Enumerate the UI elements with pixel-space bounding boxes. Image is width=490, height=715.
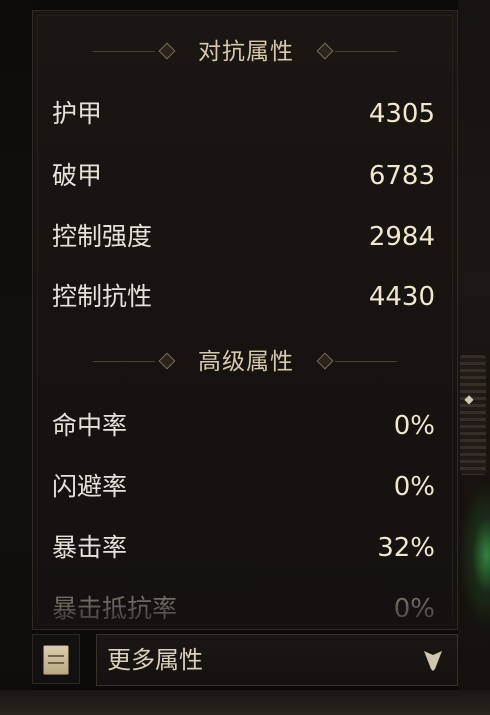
section-header-advanced: 高级属性 — [33, 347, 457, 377]
header-divider-left — [93, 361, 155, 362]
stat-value: 0% — [393, 594, 435, 624]
chevron-down-icon — [424, 651, 442, 671]
stat-label: 命中率 — [52, 411, 128, 440]
header-divider-right — [335, 361, 397, 362]
stat-value: 4305 — [368, 99, 435, 129]
stat-value: 32% — [377, 533, 435, 563]
diamond-ornament-icon — [316, 42, 334, 60]
stat-value: 6783 — [368, 161, 435, 191]
scroll-icon — [43, 645, 69, 675]
diamond-ornament-icon — [158, 352, 176, 370]
stat-row-control-strength: 控制强度 2984 — [33, 217, 457, 257]
dropdown-label: 更多属性 — [107, 646, 203, 674]
header-divider-left — [93, 51, 155, 52]
stat-row-control-resistance: 控制抗性 4430 — [33, 277, 457, 317]
stat-row-hit-rate: 命中率 0% — [33, 406, 457, 446]
stat-row-armor-break: 破甲 6783 — [33, 156, 457, 196]
stat-label: 暴击率 — [52, 533, 128, 562]
scenery-ornament — [460, 355, 486, 475]
diamond-ornament-icon — [158, 42, 176, 60]
stat-row-crit-resist-rate: 暴击抵抗率 0% — [33, 589, 457, 629]
stat-label: 护甲 — [52, 99, 103, 128]
background-scenery: ◆ — [458, 0, 490, 715]
stat-value: 0% — [393, 472, 435, 502]
scenery-green-glow — [458, 480, 490, 630]
scenery-gem-icon: ◆ — [464, 392, 474, 406]
stat-label: 控制强度 — [52, 222, 153, 251]
stat-value: 4430 — [368, 282, 435, 312]
scroll-button[interactable] — [32, 634, 80, 684]
stat-row-crit-rate: 暴击率 32% — [33, 528, 457, 568]
diamond-ornament-icon — [316, 352, 334, 370]
background-left — [0, 0, 32, 715]
background-floor — [0, 690, 490, 715]
stat-row-armor: 护甲 4305 — [33, 94, 457, 134]
section-title: 对抗属性 — [198, 39, 294, 65]
section-header-combat: 对抗属性 — [33, 37, 457, 67]
section-title: 高级属性 — [198, 349, 294, 375]
stat-value: 0% — [393, 411, 435, 441]
stat-label: 闪避率 — [52, 472, 128, 501]
stat-row-dodge-rate: 闪避率 0% — [33, 467, 457, 507]
stat-label: 暴击抵抗率 — [52, 594, 178, 623]
stat-label: 控制抗性 — [52, 282, 153, 311]
stat-label: 破甲 — [52, 161, 103, 190]
more-attributes-dropdown[interactable]: 更多属性 — [96, 634, 458, 686]
attributes-panel[interactable]: 对抗属性 护甲 4305 破甲 6783 控制强度 2984 控制抗性 4430… — [32, 10, 458, 630]
stat-value: 2984 — [368, 222, 435, 252]
header-divider-right — [335, 51, 397, 52]
